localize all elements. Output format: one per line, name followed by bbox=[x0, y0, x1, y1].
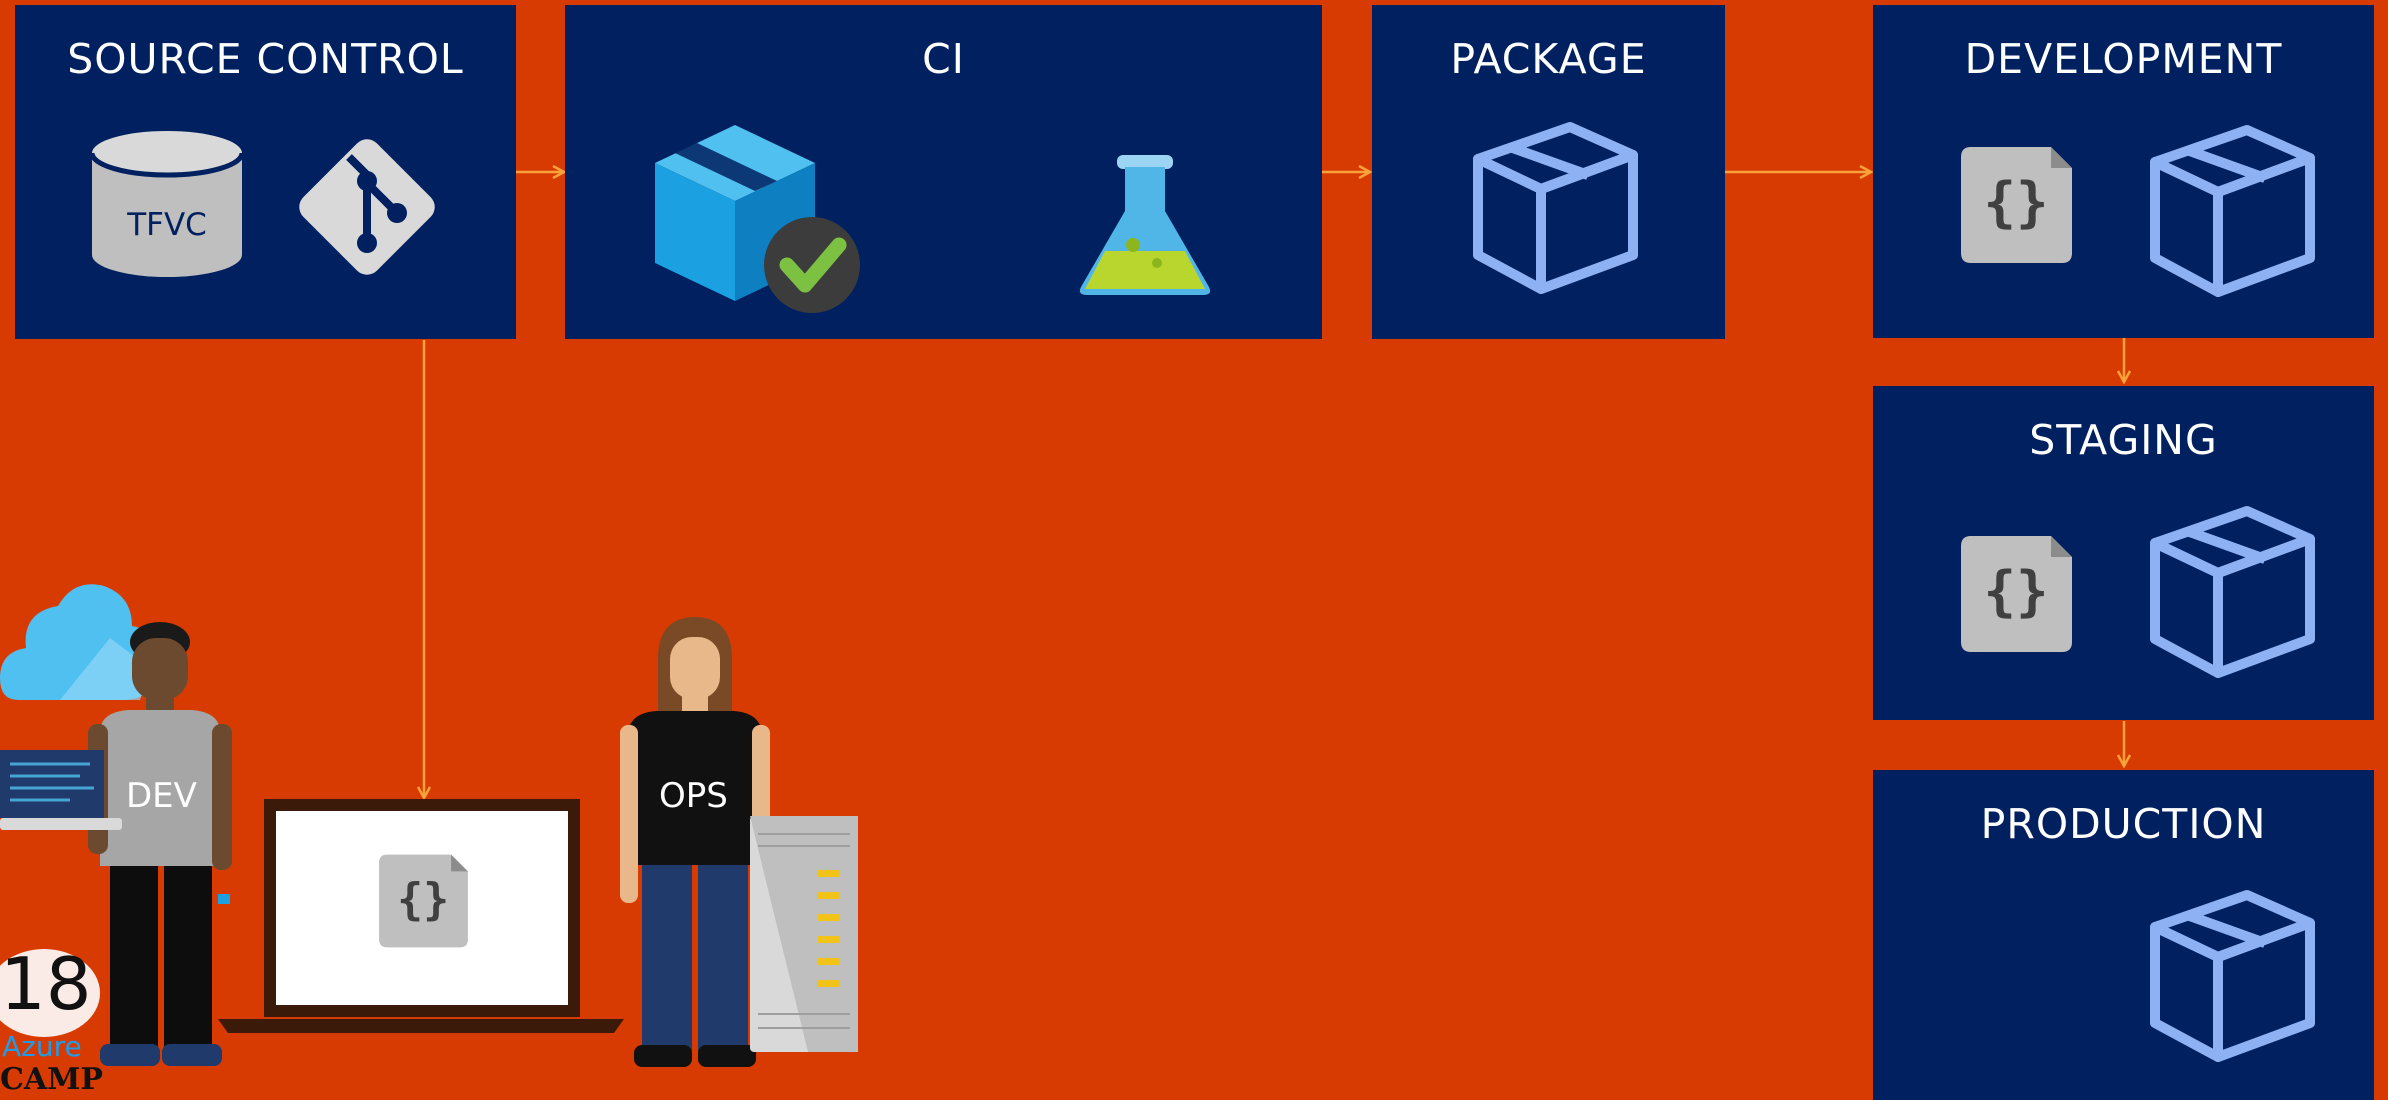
stage-title: PACKAGE bbox=[1450, 35, 1647, 83]
logo-number: 18 bbox=[0, 942, 92, 1026]
database-icon: TFVC bbox=[87, 125, 247, 285]
laptop-icon bbox=[0, 748, 122, 832]
development-stage: DEVELOPMENT {} bbox=[1873, 5, 2374, 338]
code-file-icon: {} bbox=[377, 853, 470, 949]
server-icon bbox=[748, 814, 860, 1054]
svg-text:{}: {} bbox=[1983, 171, 2048, 234]
code-file-icon: {} bbox=[1959, 534, 2074, 654]
flask-icon bbox=[1075, 153, 1215, 298]
package-box-icon bbox=[1468, 117, 1643, 297]
stage-title: SOURCE CONTROL bbox=[67, 35, 464, 83]
svg-text:{}: {} bbox=[397, 875, 449, 925]
build-package-check-icon bbox=[645, 113, 875, 313]
stage-title: PRODUCTION bbox=[1980, 800, 2267, 848]
logo-camp: CAMP bbox=[0, 1062, 103, 1097]
dev-label: DEV bbox=[126, 776, 197, 816]
devops-diagram: SOURCE CONTROL TFVC CI PACKAGE DEVELOPME… bbox=[0, 0, 2388, 1100]
package-box-icon bbox=[2145, 501, 2320, 681]
stage-title: STAGING bbox=[2029, 416, 2218, 464]
package-box-icon bbox=[2145, 120, 2320, 300]
ci-stage: CI bbox=[565, 5, 1322, 339]
staging-stage: STAGING {} bbox=[1873, 386, 2374, 720]
svg-text:{}: {} bbox=[1983, 560, 2048, 623]
source-control-stage: SOURCE CONTROL TFVC bbox=[15, 5, 516, 339]
package-stage: PACKAGE bbox=[1372, 5, 1725, 339]
package-box-icon bbox=[2145, 885, 2320, 1065]
logo-azure: Azure bbox=[2, 1030, 82, 1063]
stage-title: CI bbox=[922, 35, 965, 83]
git-icon bbox=[287, 127, 447, 287]
production-stage: PRODUCTION bbox=[1873, 770, 2374, 1100]
stage-title: DEVELOPMENT bbox=[1964, 35, 2283, 83]
ops-label: OPS bbox=[659, 776, 728, 816]
tfvc-label: TFVC bbox=[127, 207, 207, 243]
code-file-icon: {} bbox=[1959, 145, 2074, 265]
